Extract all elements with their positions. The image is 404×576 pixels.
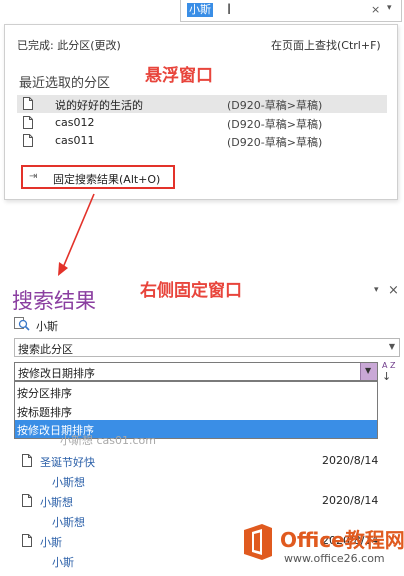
annotation-arrow-icon	[58, 193, 95, 276]
search-scope-value: 搜索此分区	[18, 343, 73, 356]
search-query-text[interactable]: 小斯	[187, 3, 213, 17]
docked-window-annotation: 右侧固定窗口	[140, 281, 242, 301]
result-section[interactable]: 小斯想	[52, 514, 85, 530]
sort-option[interactable]: 按标题排序	[15, 402, 377, 420]
result-title[interactable]: 圣诞节好快	[40, 454, 95, 470]
sort-direction-button[interactable]: A Z ↓	[382, 361, 396, 384]
page-icon	[23, 134, 33, 147]
page-icon	[22, 494, 32, 507]
popup-result-row[interactable]: 说的好好的生活的 (D920-草稿>草稿)	[17, 95, 387, 113]
result-title[interactable]: 小斯想	[40, 494, 73, 510]
popup-result-path: (D920-草稿>草稿)	[227, 136, 323, 149]
recent-sections-header: 最近选取的分区	[19, 76, 111, 91]
result-section[interactable]: 小斯	[52, 554, 74, 570]
close-pane-icon[interactable]: ×	[388, 283, 399, 298]
chevron-down-icon: ▼	[388, 342, 395, 351]
search-scope-select[interactable]: 搜索此分区 ▼	[14, 338, 400, 357]
page-icon	[22, 454, 32, 467]
list-item[interactable]: 圣诞节好快 2020/8/14 小斯想	[18, 452, 388, 492]
popup-result-row[interactable]: cas011 (D920-草稿>草稿)	[17, 132, 387, 150]
search-results-popup: 已完成: 此分区(更改) 在页面上查找(Ctrl+F) 悬浮窗口 最近选取的分区…	[4, 24, 398, 200]
watermark-brand: Office教程网	[280, 528, 404, 552]
search-box[interactable]: 小斯 I × ▾	[180, 0, 402, 22]
pane-title: 搜索结果	[12, 289, 96, 313]
result-date: 2020/8/14	[322, 454, 379, 467]
watermark-url: www.office26.com	[284, 552, 385, 565]
popup-result-path: (D920-草稿>草稿)	[227, 99, 323, 112]
popup-result-name: cas011	[55, 134, 95, 147]
sort-option-label: 按分区排序	[17, 387, 72, 400]
search-status[interactable]: 已完成: 此分区(更改)	[17, 37, 121, 53]
result-title[interactable]: 小斯	[40, 534, 62, 550]
result-date: 2020/8/14	[322, 494, 379, 507]
sort-az-icon: A Z	[382, 361, 396, 370]
search-query-icon	[14, 317, 30, 331]
pane-options-dropdown-icon[interactable]: ▾	[374, 285, 379, 295]
chevron-down-icon: ▼	[365, 366, 372, 375]
sort-select-value: 按修改日期排序	[18, 367, 95, 380]
popup-result-path: (D920-草稿>草稿)	[227, 118, 323, 131]
search-scope-dropdown-icon[interactable]: ▾	[387, 3, 392, 13]
sort-option-label: 按标题排序	[17, 406, 72, 419]
sort-options-list: 按分区排序 按标题排序 按修改日期排序	[14, 381, 378, 439]
floating-window-annotation: 悬浮窗口	[145, 66, 213, 86]
clear-search-icon[interactable]: ×	[371, 3, 380, 16]
page-icon	[22, 534, 32, 547]
popup-result-name: cas012	[55, 116, 95, 129]
obscured-result-text: 小斯想 cas01.com	[60, 434, 157, 447]
pane-query-text: 小斯	[36, 320, 58, 333]
popup-result-row[interactable]: cas012 (D920-草稿>草稿)	[17, 114, 387, 132]
page-icon	[23, 97, 33, 110]
sort-option[interactable]: 按分区排序	[15, 383, 377, 401]
pin-search-results-button[interactable]: ⇥ 固定搜索结果(Alt+O)	[21, 165, 175, 189]
result-section[interactable]: 小斯想	[52, 474, 85, 490]
office-logo-icon	[244, 524, 272, 560]
sort-arrow-icon: ↓	[382, 370, 392, 383]
pin-search-results-label: 固定搜索结果(Alt+O)	[53, 173, 161, 186]
popup-result-name: 说的好好的生活的	[55, 99, 143, 112]
sort-select-toggle[interactable]: ▼	[360, 363, 377, 380]
page-icon	[23, 116, 33, 129]
sort-select[interactable]: 按修改日期排序 ▼	[14, 362, 378, 381]
pin-icon: ⇥	[29, 171, 38, 182]
site-watermark: Office教程网 www.office26.com	[240, 512, 404, 574]
text-cursor-icon: I	[227, 2, 232, 18]
find-in-page-link[interactable]: 在页面上查找(Ctrl+F)	[271, 37, 381, 53]
